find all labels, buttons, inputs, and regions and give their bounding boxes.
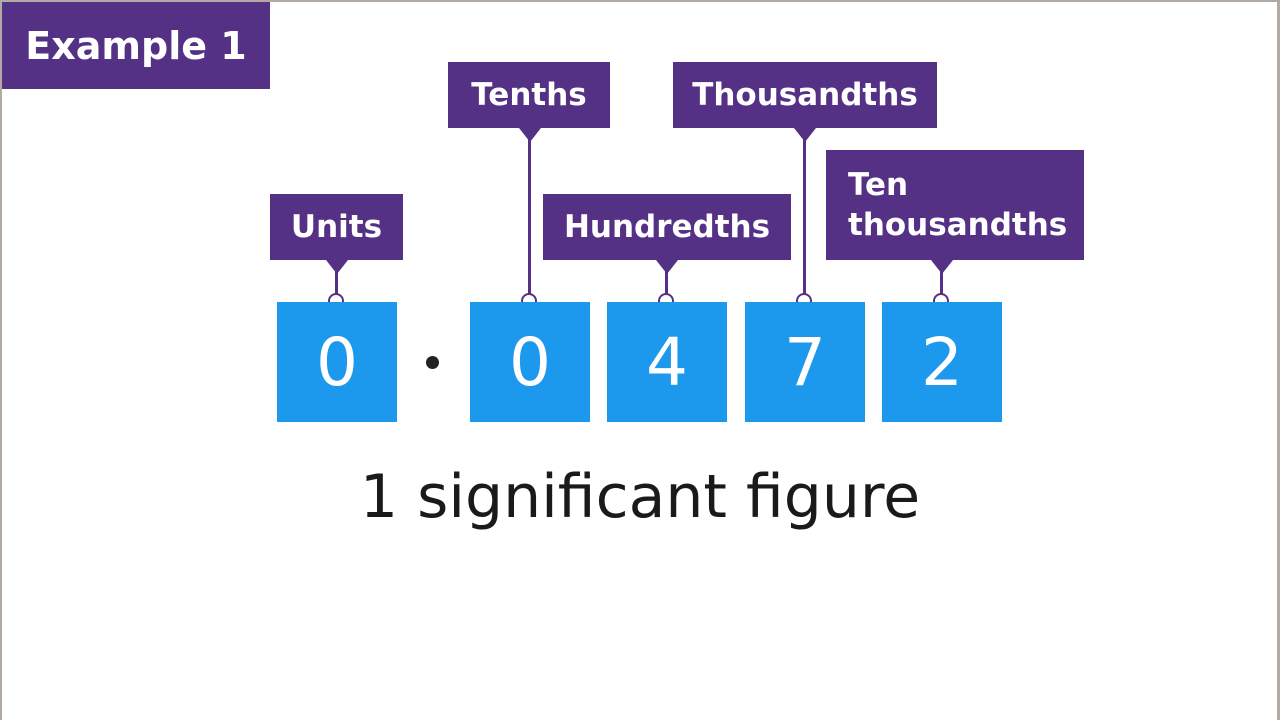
label-units-text: Units (290, 208, 383, 245)
digit-box-thousandths: 7 (745, 302, 865, 422)
digit-box-units: 0 (277, 302, 397, 422)
digit-box-tenths: 0 (470, 302, 590, 422)
digit-ten-thousandths: 2 (921, 323, 963, 401)
digit-tenths: 0 (509, 323, 551, 401)
label-thousandths-stem (803, 138, 806, 298)
digit-thousandths: 7 (784, 323, 826, 401)
label-tenths: Tenths (448, 62, 610, 128)
label-tenths-text: Tenths (471, 76, 587, 113)
label-ten-thousandths-line2: thousandths (848, 207, 1068, 243)
digit-hundredths: 4 (646, 323, 688, 401)
label-thousandths-text: Thousandths (692, 76, 918, 113)
digit-box-hundredths: 4 (607, 302, 727, 422)
digit-box-ten-thousandths: 2 (882, 302, 1002, 422)
caption-significant-figures: 1 significant figure (359, 462, 921, 532)
label-thousandths: Thousandths (673, 62, 937, 128)
label-tenths-stem (528, 138, 531, 298)
example-title: Example 1 (2, 2, 270, 89)
label-ten-thousandths: Ten thousandths (826, 150, 1084, 260)
decimal-point (426, 356, 439, 369)
label-ten-thousandths-line1: Ten (848, 166, 909, 203)
label-hundredths: Hundredths (543, 194, 791, 260)
label-hundredths-text: Hundredths (563, 208, 771, 245)
label-units: Units (270, 194, 403, 260)
digit-units: 0 (316, 323, 358, 401)
